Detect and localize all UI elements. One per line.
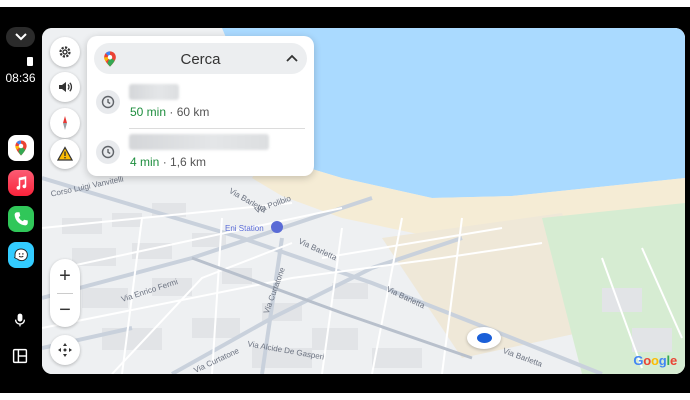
google-attribution: Google [633,353,677,368]
battery-icon [27,57,33,66]
phone-app-icon[interactable] [8,206,34,232]
waze-app-icon[interactable] [8,242,34,268]
collapse-button[interactable] [6,27,35,47]
clock-icon [96,90,120,114]
clock-time: 08:36 [5,71,36,85]
travel-time: 4 min [130,155,160,169]
search-bar[interactable]: Cerca [94,43,307,74]
compass-icon [63,116,67,130]
volume-icon [59,82,73,92]
left-dock: 08:36 [0,7,41,393]
chevron-up-icon[interactable] [286,54,298,62]
music-app-icon[interactable] [8,170,34,196]
pan-arrows-icon [58,343,72,357]
zoom-control: + − [50,259,80,327]
distance: · 1,6 km [162,155,207,169]
list-divider [129,128,305,129]
dashboard-icon[interactable] [10,346,30,366]
nearby-panel: Cerca 50 min · 60 km 4 min · 1,6 km [87,36,314,176]
clock-icon [96,140,120,164]
route-info: 50 min · 60 km [130,105,209,119]
map-view[interactable]: Corso Luigi Vanvitelli Via Barletta Via … [42,28,685,374]
microphone-icon[interactable] [10,310,30,330]
zoom-out-button[interactable]: − [50,293,80,327]
destination-name-redacted [129,134,269,150]
distance: · 60 km [169,105,210,119]
gear-icon [59,46,71,58]
recent-destination-item[interactable]: 50 min · 60 km [87,82,314,126]
report-hazard-button[interactable] [50,139,80,169]
recenter-button[interactable] [50,335,80,365]
route-info: 4 min · 1,6 km [130,155,206,169]
travel-time: 50 min [130,105,167,119]
recent-destination-item[interactable]: 4 min · 1,6 km [87,132,314,176]
zoom-in-button[interactable]: + [50,259,80,293]
google-maps-app-icon[interactable] [8,135,34,161]
poi-label: Eni Station [225,224,264,233]
warning-icon [57,146,73,161]
settings-button[interactable] [50,37,80,67]
volume-button[interactable] [50,72,80,102]
destination-name-redacted [129,84,179,100]
chevron-down-icon [14,33,27,41]
current-location-marker [467,327,501,349]
compass-button[interactable] [50,108,80,138]
search-label: Cerca [180,51,221,68]
